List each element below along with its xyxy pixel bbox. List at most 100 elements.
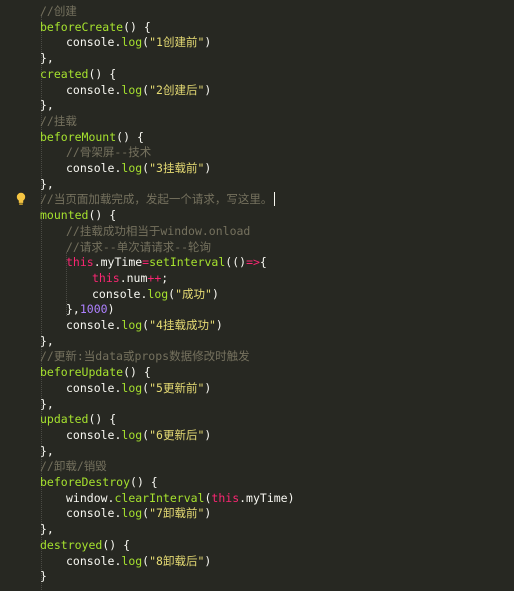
code-line[interactable]: console.log("8卸载后")	[66, 553, 211, 569]
code-line[interactable]: //挂载成功相当于window.onload	[66, 223, 250, 239]
code-token: )	[215, 318, 223, 332]
code-editor[interactable]: //创建 beforeCreate() {console.log("1创建前")}…	[0, 0, 514, 591]
code-token: )	[211, 286, 219, 301]
code-token: beforeUpdate	[40, 365, 124, 380]
code-token: () {	[116, 129, 144, 144]
code-token: beforeCreate	[40, 19, 124, 34]
code-token: () {	[130, 475, 158, 489]
code-token: console.	[66, 427, 122, 442]
code-line[interactable]: updated() {	[40, 411, 116, 427]
code-token: log	[121, 506, 143, 521]
code-token: console.	[66, 82, 122, 97]
code-line[interactable]: //骨架屏--技术	[66, 144, 151, 160]
code-line[interactable]: this.myTime=setInterval(()=>{	[66, 254, 267, 270]
code-line[interactable]: this.num++;	[92, 270, 168, 286]
code-token: created	[40, 66, 89, 81]
code-line[interactable]: },	[40, 97, 54, 113]
code-line[interactable]: },	[40, 443, 54, 459]
code-line[interactable]: mounted() {	[40, 207, 116, 223]
code-token: "3挂载前"	[149, 161, 205, 175]
code-token: )	[204, 380, 212, 395]
code-token: },	[40, 333, 54, 348]
code-token: ++	[147, 270, 162, 285]
code-token: 1000	[79, 302, 108, 317]
code-line[interactable]: console.log("1创建前")	[66, 34, 211, 50]
code-line[interactable]: },	[40, 50, 54, 66]
code-token: () {	[88, 208, 117, 223]
code-token: beforeMount	[40, 129, 117, 144]
text-cursor	[274, 192, 275, 206]
code-token: setInterval	[149, 255, 226, 270]
code-token: },	[40, 522, 54, 537]
code-line[interactable]: //挂载	[40, 113, 77, 129]
code-line[interactable]: console.log("5更新前")	[66, 380, 211, 396]
code-line[interactable]: //请求--单次请请求--轮询	[66, 239, 211, 255]
code-line[interactable]: window.clearInterval(this.myTime)	[66, 490, 295, 506]
code-line[interactable]: console.log("6更新后")	[66, 427, 211, 443]
code-line[interactable]: beforeUpdate() {	[40, 364, 151, 380]
code-token: )	[204, 553, 212, 568]
code-line[interactable]: beforeDestroy() {	[40, 474, 158, 490]
code-token: "成功"	[175, 286, 212, 301]
code-token: "4挂载成功"	[149, 318, 216, 332]
code-line[interactable]: console.log("7卸载前")	[66, 505, 211, 521]
code-line[interactable]: },	[40, 333, 54, 349]
code-token: )	[107, 302, 115, 317]
code-token: )	[204, 161, 212, 175]
code-line[interactable]: console.log("4挂载成功")	[66, 317, 223, 333]
code-line[interactable]: console.log("2创建后")	[66, 82, 211, 98]
code-token: console.	[66, 506, 122, 521]
code-token: "7卸载前"	[149, 506, 205, 521]
code-token: log	[121, 427, 143, 442]
code-token: },	[40, 443, 54, 458]
code-token: () {	[123, 19, 151, 34]
code-line[interactable]: },	[40, 176, 54, 192]
code-line[interactable]: console.log("3挂载前")	[66, 160, 211, 176]
code-token: () {	[88, 66, 117, 81]
code-token: log	[121, 553, 143, 568]
code-token: },	[40, 51, 54, 66]
code-token: //骨架屏--技术	[66, 145, 152, 160]
code-token: log	[121, 161, 143, 175]
code-token: log	[121, 82, 143, 97]
code-line[interactable]: //卸载/销毁	[40, 458, 107, 474]
code-token: console.	[66, 318, 122, 332]
code-token: )	[204, 427, 212, 442]
code-token: console.	[66, 161, 122, 175]
code-token: log	[147, 286, 169, 301]
code-line[interactable]: },	[40, 396, 54, 412]
code-line[interactable]: console.log("成功")	[92, 286, 219, 302]
code-token: "6更新后"	[149, 427, 205, 442]
code-token: "8卸载后"	[149, 553, 205, 568]
code-line[interactable]: beforeCreate() {	[40, 19, 151, 35]
code-line[interactable]: }	[40, 568, 47, 584]
code-token: },	[40, 176, 54, 191]
code-token: (()	[225, 255, 247, 270]
code-token: },	[40, 98, 54, 113]
code-token: console.	[66, 380, 122, 395]
code-line[interactable]: },	[40, 521, 54, 537]
code-token: .myTime	[93, 255, 143, 270]
code-line[interactable]: created() {	[40, 66, 116, 82]
code-line[interactable]: //更新:当data或props数据修改时触发	[40, 348, 250, 364]
code-line[interactable]: //当页面加载完成，发起一个请求，写这里。	[40, 191, 272, 207]
code-token: log	[121, 318, 143, 332]
code-line[interactable]: destroyed() {	[40, 537, 130, 553]
code-token: //当页面加载完成，发起一个请求，写这里。	[40, 192, 273, 207]
code-token: updated	[40, 412, 89, 427]
code-token: //更新:当data或props数据修改时触发	[40, 349, 250, 364]
code-token: console.	[66, 35, 122, 50]
code-line[interactable]: //创建	[40, 3, 77, 19]
code-token: "1创建前"	[149, 35, 205, 50]
code-line[interactable]: beforeMount() {	[40, 129, 144, 145]
code-token: mounted	[40, 208, 89, 223]
code-token: }	[40, 569, 47, 584]
code-token: //卸载/销毁	[40, 459, 107, 474]
code-token: () {	[102, 537, 131, 552]
lightbulb-icon[interactable]	[15, 192, 27, 206]
code-token: ;	[161, 270, 169, 285]
code-token: )	[287, 490, 295, 505]
code-token: "2创建后"	[149, 82, 205, 97]
code-token: //挂载	[40, 113, 77, 128]
code-line[interactable]: },1000)	[66, 301, 115, 317]
